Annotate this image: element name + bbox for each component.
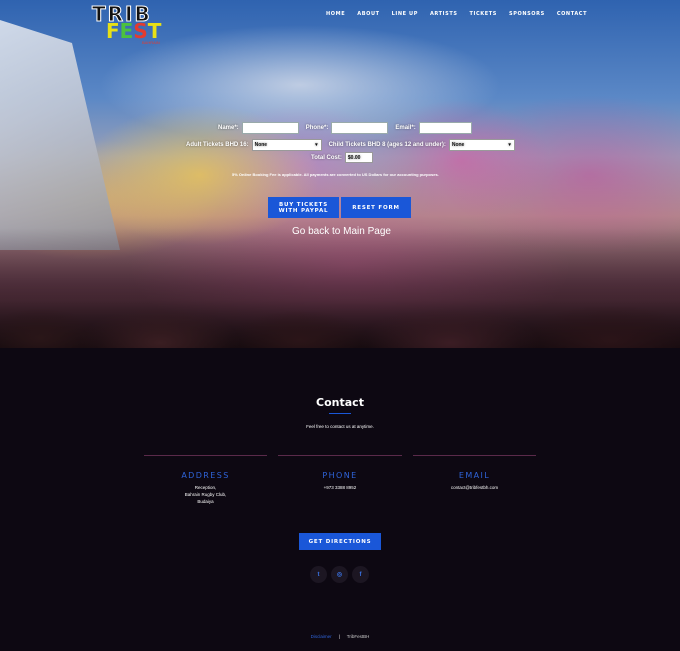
- get-directions-button[interactable]: GET DIRECTIONS: [299, 533, 381, 550]
- adult-tickets-label: Adult Tickets BHD 16:: [186, 142, 249, 148]
- booking-fee-note: 5% Online Booking Fee is applicable. All…: [232, 172, 439, 177]
- nav-contact[interactable]: CONTACT: [557, 11, 587, 17]
- paypal-button-line2: WITH PAYPAL: [278, 207, 329, 214]
- email-label: Email*:: [395, 125, 416, 131]
- name-label: Name*:: [218, 125, 239, 131]
- nav-home[interactable]: HOME: [326, 11, 345, 17]
- address-text: Reception, Bahrain Rugby Club, Budaiya: [144, 484, 267, 505]
- child-tickets-select[interactable]: None ▾: [448, 139, 515, 151]
- nav-tickets[interactable]: TICKETS: [470, 11, 497, 17]
- buy-tickets-paypal-button[interactable]: BUY TICKETS WITH PAYPAL: [268, 197, 339, 218]
- main-nav: HOME ABOUT LINE UP ARTISTS TICKETS SPONS…: [326, 11, 599, 17]
- address-heading: ADDRESS: [181, 471, 230, 480]
- reset-form-button[interactable]: RESET FORM: [341, 197, 411, 218]
- logo-subtitle: BAHRAIN: [142, 40, 160, 45]
- nav-sponsors[interactable]: SPONSORS: [509, 11, 545, 17]
- contact-subtitle: Feel free to contact us at anytime.: [306, 424, 374, 429]
- total-cost-field: $0.00: [344, 152, 373, 163]
- disclaimer-link[interactable]: Disclaimer: [311, 634, 332, 639]
- tribfest-logo[interactable]: TRIB FEST BAHRAIN: [92, 2, 164, 46]
- tickets-row: Adult Tickets BHD 16: None ▾ Child Ticke…: [186, 139, 515, 151]
- email-address[interactable]: contact@tribfestbh.com: [413, 484, 536, 491]
- footer-separator: |: [338, 634, 340, 639]
- title-divider: [329, 413, 351, 414]
- address-line: Reception,: [194, 485, 217, 490]
- adult-tickets-select[interactable]: None ▾: [251, 139, 322, 151]
- building-image: [0, 20, 120, 250]
- crowd-image: [0, 228, 680, 348]
- address-line: Bahrain Rugby Club,: [184, 492, 227, 497]
- nav-artists[interactable]: ARTISTS: [430, 11, 458, 17]
- name-input[interactable]: [241, 122, 299, 134]
- nav-line-up[interactable]: LINE UP: [392, 11, 418, 17]
- phone-number[interactable]: +973 3388 8952: [278, 484, 402, 491]
- footer-brand: TribFestBH: [346, 634, 370, 639]
- logo-letter: E: [119, 19, 134, 43]
- footer: Disclaimer | TribFestBH: [0, 634, 680, 639]
- contact-fields-row: Name*: Phone*: Email*:: [218, 122, 472, 134]
- twitter-icon[interactable]: t: [310, 566, 327, 583]
- email-heading: EMAIL: [458, 471, 491, 480]
- phone-input[interactable]: [331, 122, 389, 134]
- phone-label: Phone*:: [305, 125, 329, 131]
- back-to-main-link[interactable]: Go back to Main Page: [292, 226, 391, 237]
- logo-letter: F: [106, 19, 120, 43]
- cost-row: Total Cost: $0.00: [311, 152, 373, 163]
- phone-divider: [278, 455, 402, 456]
- child-tickets-label: Child Tickets BHD 8 (ages 12 and under):: [328, 142, 446, 148]
- email-divider: [413, 455, 536, 456]
- contact-title: Contact: [316, 396, 364, 409]
- address-divider: [144, 455, 267, 456]
- total-cost-label: Total Cost:: [311, 154, 342, 161]
- chevron-down-icon: ▾: [508, 142, 511, 148]
- address-line: Budaiya: [197, 499, 214, 504]
- adult-tickets-value: None: [254, 142, 268, 148]
- instagram-icon[interactable]: ◎: [331, 566, 348, 583]
- email-input[interactable]: [418, 122, 472, 134]
- child-tickets-value: None: [451, 142, 465, 148]
- nav-about[interactable]: ABOUT: [357, 11, 379, 17]
- phone-heading: PHONE: [322, 471, 358, 480]
- chevron-down-icon: ▾: [315, 142, 318, 148]
- facebook-icon[interactable]: f: [352, 566, 369, 583]
